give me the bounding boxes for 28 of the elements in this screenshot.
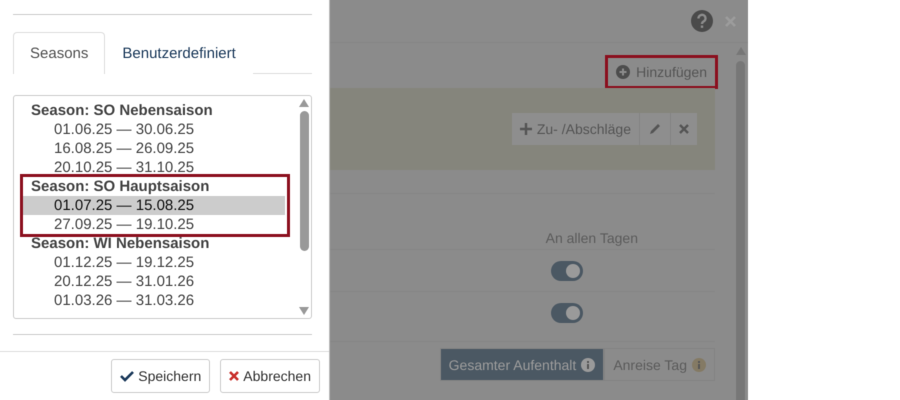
date-range-item[interactable]: 16.08.25 — 26.09.25 [23, 139, 285, 158]
scroll-down-icon[interactable] [299, 307, 309, 315]
scrollbar-thumb[interactable] [300, 111, 308, 251]
date-range-item[interactable]: 01.06.25 — 30.06.25 [23, 120, 285, 139]
close-icon [229, 371, 240, 381]
plus-circle-icon [616, 65, 630, 79]
season-title: Season: SO Hauptsaison [30, 177, 210, 196]
season-title: Season: SO Nebensaison [30, 101, 214, 120]
info-icon [692, 358, 706, 372]
date-range-item[interactable]: 27.09.25 — 19.10.25 [23, 215, 285, 234]
season-title: Season: WI Nebensaison [30, 234, 210, 253]
info-icon [581, 358, 596, 372]
scroll-up-icon[interactable] [299, 99, 309, 107]
save-button[interactable]: Speichern [111, 359, 210, 393]
plus-icon [520, 123, 532, 135]
date-range-item[interactable]: 01.07.25 — 15.08.25 [23, 196, 285, 215]
cancel-button[interactable]: Abbrechen [220, 359, 320, 393]
toggle-switch[interactable] [551, 302, 583, 322]
pencil-icon [648, 122, 662, 136]
toggle-switch[interactable] [551, 260, 583, 280]
date-range-item[interactable]: 20.12.25 — 31.01.26 [23, 272, 285, 291]
tab[interactable]: Seasons [13, 32, 106, 74]
date-range-item[interactable]: 20.10.25 — 31.10.25 [23, 158, 285, 177]
help-icon[interactable] [691, 10, 713, 32]
close-icon [679, 124, 689, 134]
date-range-item[interactable]: 01.03.26 — 31.03.26 [23, 291, 285, 310]
date-range-item[interactable]: 01.12.25 — 19.12.25 [23, 253, 285, 272]
checkmark-icon [120, 370, 134, 382]
